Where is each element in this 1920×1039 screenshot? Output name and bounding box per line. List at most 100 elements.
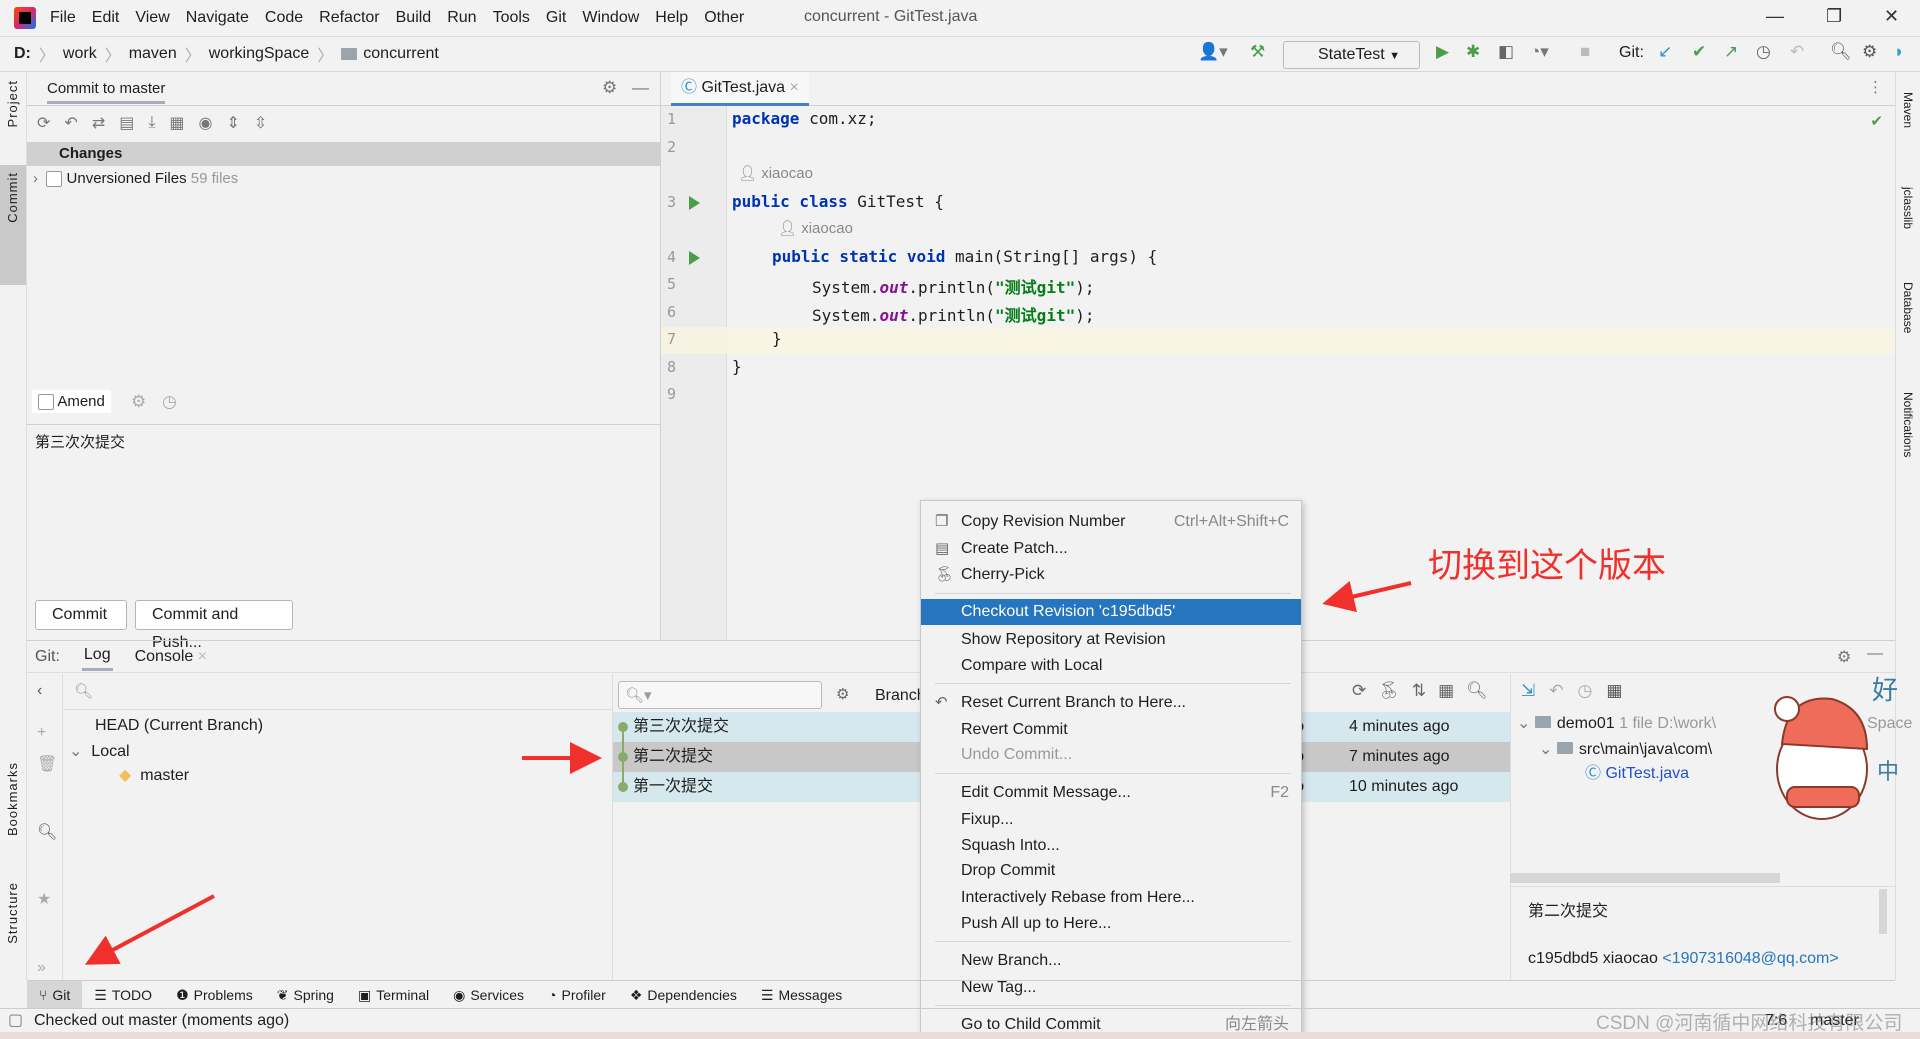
refresh-icon[interactable]: ⟳ xyxy=(1352,681,1366,701)
status-toggle-icon[interactable]: ▢ xyxy=(8,1009,23,1033)
menu-window[interactable]: Window xyxy=(582,9,639,27)
database-tool-button[interactable]: Database xyxy=(1901,282,1915,333)
branch-master[interactable]: ◆ master xyxy=(119,761,189,791)
log-settings-gear-icon[interactable]: ⚙ xyxy=(836,685,849,703)
menu-copy-revision-number[interactable]: ❐ Copy Revision Number Ctrl+Alt+Shift+C xyxy=(921,509,1301,535)
git-push-icon[interactable]: ↗ xyxy=(1724,42,1738,62)
notifications-tool-button[interactable]: Notifications xyxy=(1901,392,1915,457)
show-diff-icon[interactable]: ⇲ xyxy=(1521,681,1535,701)
run-icon[interactable]: ▶ xyxy=(1436,42,1449,62)
tool-tab-problems[interactable]: ❶ Problems xyxy=(164,981,265,1009)
menu-revert-commit[interactable]: Revert Commit xyxy=(921,717,1301,743)
menu-navigate[interactable]: Navigate xyxy=(186,9,249,27)
menu-squash-into[interactable]: Squash Into... xyxy=(921,833,1301,859)
close-icon[interactable]: ✕ xyxy=(1884,6,1899,27)
branch-filter[interactable]: Branch xyxy=(875,687,926,705)
menu-reset-branch[interactable]: ↶ Reset Current Branch to Here... xyxy=(921,690,1301,716)
gear-icon[interactable]: ⚙ xyxy=(1837,647,1851,667)
menu-checkout-revision[interactable]: Checkout Revision 'c195dbd5' xyxy=(921,599,1301,625)
shelve-icon[interactable]: ⤓ xyxy=(148,114,155,132)
revert-icon[interactable]: ↶ xyxy=(1549,681,1563,701)
hide-icon[interactable]: — xyxy=(632,78,649,98)
menu-file[interactable]: File xyxy=(50,9,76,27)
status-message[interactable]: Checked out master (moments ago) xyxy=(34,1012,289,1029)
crumb-maven[interactable]: maven xyxy=(129,45,177,63)
chevron-right-icon[interactable]: › xyxy=(33,170,38,187)
user-icon[interactable]: 👤▾ xyxy=(1198,42,1228,62)
coverage-icon[interactable]: ◧ xyxy=(1498,42,1514,62)
amend-checkbox[interactable] xyxy=(38,394,54,411)
commit-button[interactable]: Commit xyxy=(35,600,127,630)
git-commit-icon[interactable]: ✔ xyxy=(1692,42,1706,62)
tool-tab-todo[interactable]: ☰ TODO xyxy=(82,981,164,1009)
run-gutter-icon[interactable] xyxy=(689,196,700,210)
jetbrains-toolbox-icon[interactable]: ◗ xyxy=(1894,42,1904,62)
menu-code[interactable]: Code xyxy=(265,9,303,27)
collapse-all-icon[interactable]: ⇳ xyxy=(254,113,267,133)
tool-tab-git[interactable]: ⑂ Git xyxy=(27,980,83,1009)
crumb-workingspace[interactable]: workingSpace xyxy=(209,45,310,63)
tool-tab-services[interactable]: ◉ Services xyxy=(441,981,536,1009)
menu-show-repository[interactable]: Show Repository at Revision xyxy=(921,627,1301,653)
author-hint[interactable]: 👤︎ xiaocao xyxy=(778,219,853,237)
favorite-icon[interactable]: ★ xyxy=(37,889,51,909)
author-email-link[interactable]: <1907316048@qq.com> xyxy=(1662,950,1838,967)
log-search-input[interactable]: 🔍︎▾ xyxy=(618,681,822,709)
maximize-icon[interactable]: ❐ xyxy=(1826,6,1842,27)
back-icon[interactable]: ‹ xyxy=(37,682,42,700)
menu-compare-with-local[interactable]: Compare with Local xyxy=(921,653,1301,679)
group-by-icon[interactable]: ▦ xyxy=(1606,681,1622,701)
structure-tool-button[interactable]: Structure xyxy=(5,882,20,944)
menu-refactor[interactable]: Refactor xyxy=(319,9,379,27)
profile-icon[interactable]: ◔▾ xyxy=(1530,42,1549,62)
unversioned-files-node[interactable]: › Unversioned Files 59 files xyxy=(27,166,660,192)
debug-icon[interactable]: ✱ xyxy=(1466,42,1480,62)
tab-console[interactable]: Console × xyxy=(135,648,208,666)
rollback-icon[interactable]: ↶ xyxy=(1790,42,1804,62)
diff-icon[interactable]: ⇄ xyxy=(92,113,105,133)
close-tab-icon[interactable]: × xyxy=(790,79,799,96)
menu-view[interactable]: View xyxy=(135,9,169,27)
history-icon[interactable]: ◷ xyxy=(1578,681,1593,701)
menu-fixup[interactable]: Fixup... xyxy=(921,807,1301,833)
menu-git[interactable]: Git xyxy=(546,9,566,27)
cherry-pick-icon[interactable]: 🍒︎ xyxy=(1378,681,1400,701)
tool-tab-spring[interactable]: ❦ Spring xyxy=(265,981,346,1009)
run-gutter-icon[interactable] xyxy=(689,251,700,265)
tab-gittest-java[interactable]: Ⓒ GitTest.java × xyxy=(671,72,809,106)
tool-tab-dependencies[interactable]: ❖ Dependencies xyxy=(618,981,749,1009)
menu-create-patch[interactable]: ▤ Create Patch... xyxy=(921,536,1301,562)
tool-tab-terminal[interactable]: ▣ Terminal xyxy=(346,981,441,1009)
gear-icon[interactable]: ⚙ xyxy=(602,78,617,98)
maven-tool-button[interactable]: Maven xyxy=(1901,92,1915,128)
amend-option[interactable]: Amend xyxy=(32,390,111,414)
menu-tools[interactable]: Tools xyxy=(493,9,530,27)
view-options-icon[interactable]: ◉ xyxy=(199,113,213,133)
search-icon[interactable]: 🔍︎ xyxy=(1466,681,1488,701)
menu-drop-commit[interactable]: Drop Commit xyxy=(921,858,1301,884)
refresh-icon[interactable]: ⟳ xyxy=(37,113,50,133)
menu-help[interactable]: Help xyxy=(655,9,688,27)
history-icon[interactable]: ◷ xyxy=(1756,42,1771,62)
commit-panel-title[interactable]: Commit to master xyxy=(47,74,166,104)
hide-icon[interactable]: — xyxy=(1867,645,1883,663)
horizontal-scrollbar[interactable] xyxy=(1510,873,1780,883)
commit-history-icon[interactable]: ◷ xyxy=(162,392,177,412)
commit-tool-button[interactable]: Commit xyxy=(5,172,20,223)
crumb-concurrent[interactable]: concurrent xyxy=(363,45,439,63)
close-tab-icon[interactable]: × xyxy=(198,648,207,665)
rollback-icon[interactable]: ↶ xyxy=(64,113,77,133)
commit-and-push-button[interactable]: Commit and Push... xyxy=(135,600,293,651)
menu-edit[interactable]: Edit xyxy=(92,9,120,27)
build-hammer-icon[interactable]: ⚒ xyxy=(1250,42,1265,62)
branch-search-input[interactable]: 🔍︎ xyxy=(64,674,612,710)
crumb-work[interactable]: work xyxy=(63,45,97,63)
more-icon[interactable]: ⋮ xyxy=(1868,78,1883,96)
menu-edit-commit-message[interactable]: Edit Commit Message... F2 xyxy=(921,780,1301,806)
view-options-icon[interactable]: ▦ xyxy=(1438,681,1454,701)
group-by-icon[interactable]: ▦ xyxy=(169,113,184,133)
unversioned-checkbox[interactable] xyxy=(46,171,63,188)
settings-gear-icon[interactable]: ⚙ xyxy=(1862,42,1877,62)
crumb-drive[interactable]: D: xyxy=(14,45,31,63)
git-update-icon[interactable]: ↙ xyxy=(1658,42,1672,62)
